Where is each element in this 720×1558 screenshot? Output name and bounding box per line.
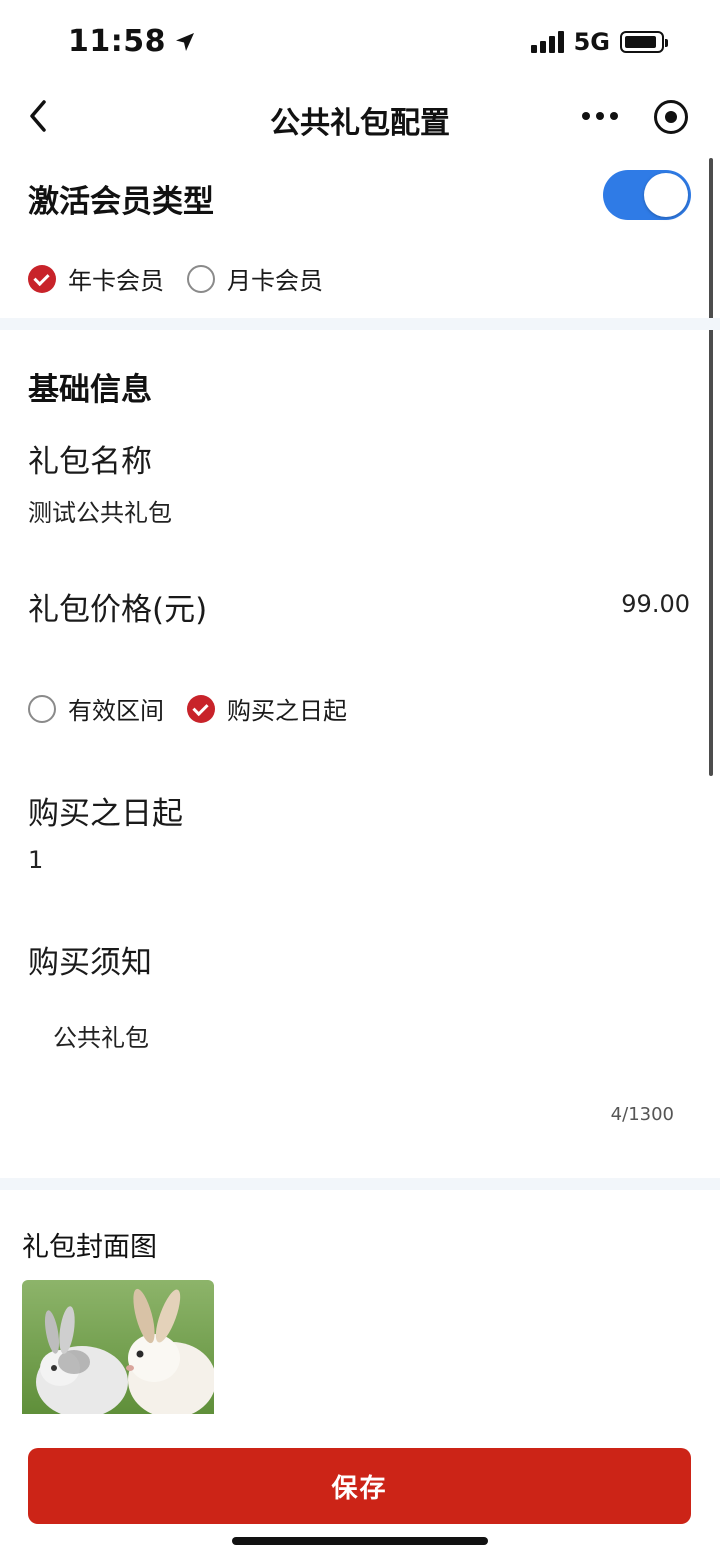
cover-image-thumbnail[interactable] (22, 1280, 214, 1414)
cover-label: 礼包封面图 (22, 1232, 157, 1263)
close-miniprogram-icon[interactable] (654, 100, 688, 134)
member-option-annual-label: 年卡会员 (68, 267, 164, 295)
member-type-toggle[interactable] (603, 170, 691, 220)
status-time: 11:58 (68, 24, 196, 59)
gift-name-label: 礼包名称 (28, 444, 152, 480)
rabbits-image (22, 1280, 214, 1414)
from-purchase-input[interactable]: 1 (28, 846, 43, 874)
section-divider (0, 1178, 720, 1190)
validity-option-purchase-label: 购买之日起 (227, 697, 347, 725)
validity-option-range[interactable]: 有效区间 (28, 691, 164, 726)
member-option-annual[interactable]: 年卡会员 (28, 261, 164, 296)
scrollbar[interactable] (709, 158, 713, 776)
save-button[interactable]: 保存 (28, 1448, 691, 1524)
validity-option-purchase[interactable]: 购买之日起 (187, 691, 347, 726)
radio-unchecked-icon (28, 694, 56, 723)
gift-price-label: 礼包价格(元) (28, 592, 208, 628)
member-option-monthly[interactable]: 月卡会员 (187, 261, 323, 296)
notice-char-counter: 4/1300 (610, 1104, 674, 1125)
home-indicator (232, 1537, 488, 1545)
basic-info-title: 基础信息 (28, 372, 152, 408)
from-purchase-label: 购买之日起 (28, 796, 183, 832)
status-indicators: 5G (530, 28, 668, 56)
member-option-monthly-label: 月卡会员 (227, 267, 323, 295)
notice-textarea[interactable]: 公共礼包 (53, 1018, 149, 1053)
battery-icon (620, 31, 668, 53)
status-time-text: 11:58 (68, 24, 166, 59)
radio-unchecked-icon (187, 264, 215, 293)
location-arrow-icon (176, 32, 194, 51)
validity-option-range-label: 有效区间 (68, 697, 164, 725)
more-options-icon[interactable] (582, 112, 618, 120)
network-label: 5G (573, 28, 610, 56)
gift-price-input[interactable]: 99.00 (621, 590, 690, 618)
radio-checked-icon (28, 264, 56, 293)
member-type-title: 激活会员类型 (28, 184, 214, 220)
toggle-knob (644, 173, 688, 217)
signal-icon (530, 31, 564, 53)
notice-label: 购买须知 (28, 945, 152, 981)
section-divider (0, 318, 720, 330)
gift-name-input[interactable]: 测试公共礼包 (28, 493, 172, 528)
radio-checked-icon (187, 694, 215, 723)
page-title: 公共礼包配置 (270, 106, 450, 141)
